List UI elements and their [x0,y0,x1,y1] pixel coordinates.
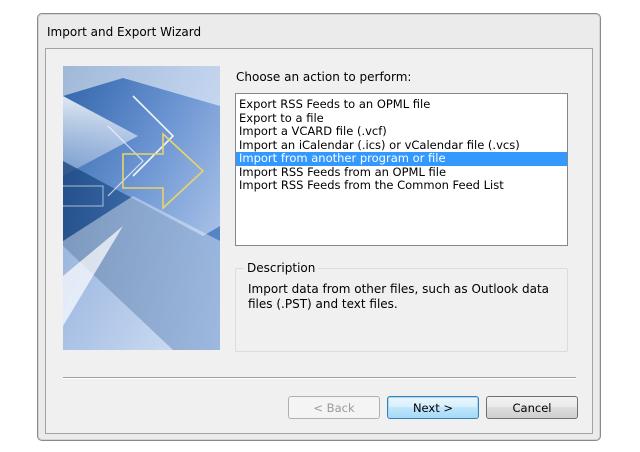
action-item-export-rss-opml[interactable]: Export RSS Feeds to an OPML file [236,97,567,112]
next-button[interactable]: Next > [387,396,479,419]
description-label: Description [244,261,319,275]
action-item-import-rss-common-feed[interactable]: Import RSS Feeds from the Common Feed Li… [236,178,567,193]
back-button[interactable]: < Back [288,396,380,419]
wizard-client-area: Choose an action to perform: Export RSS … [45,48,593,434]
wizard-banner-arrow-icon [63,66,220,350]
action-prompt-label: Choose an action to perform: [236,70,412,84]
wizard-window: Import and Export Wizard Choose an actio… [37,13,601,441]
window-title: Import and Export Wizard [47,25,202,39]
title-bar[interactable]: Import and Export Wizard [38,14,600,48]
action-item-import-icalendar[interactable]: Import an iCalendar (.ics) or vCalendar … [236,138,567,153]
action-item-import-vcard[interactable]: Import a VCARD file (.vcf) [236,124,567,139]
action-item-import-program-file[interactable]: Import from another program or file [236,151,567,166]
button-separator [63,377,576,379]
wizard-banner-image [63,66,220,350]
action-item-import-rss-opml[interactable]: Import RSS Feeds from an OPML file [236,165,567,180]
action-item-export-file[interactable]: Export to a file [236,111,567,126]
action-listbox[interactable]: Export RSS Feeds to an OPML file Export … [235,93,568,246]
description-text: Import data from other files, such as Ou… [248,282,550,311]
cancel-button[interactable]: Cancel [486,396,578,419]
description-groupbox: Description Import data from other files… [235,261,568,352]
